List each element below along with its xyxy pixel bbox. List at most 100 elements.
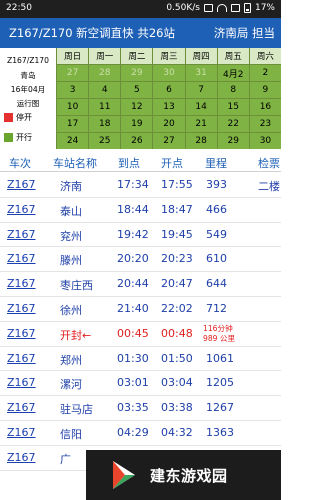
arrive-time: 04:29: [117, 425, 149, 439]
depart-time: 18:47: [161, 202, 193, 216]
calendar-day[interactable]: 8: [217, 82, 249, 98]
calendar-day[interactable]: 27: [57, 65, 89, 81]
arrive-time: 19:42: [117, 227, 149, 241]
calendar-day[interactable]: 13: [153, 99, 185, 115]
table-row-current[interactable]: Z167 开封← 00:45 00:48 116分钟 989 公里: [0, 322, 281, 347]
header-station[interactable]: 车站名称: [53, 155, 97, 171]
calendar-day[interactable]: 24: [57, 133, 89, 149]
calendar-day[interactable]: 23: [249, 116, 281, 132]
calendar-day[interactable]: 16: [249, 99, 281, 115]
calendar-day[interactable]: 11: [89, 99, 121, 115]
header-depart[interactable]: 开点: [161, 155, 183, 171]
calendar-day[interactable]: 18: [89, 116, 121, 132]
calendar-day[interactable]: 9: [249, 82, 281, 98]
calendar-day[interactable]: 2: [249, 65, 281, 81]
header-train[interactable]: 车次: [9, 155, 31, 171]
calendar-day[interactable]: 17: [57, 116, 89, 132]
schedule-header: 车次 车站名称 到点 开点 里程 检票: [0, 150, 281, 172]
calendar-day[interactable]: 30: [153, 65, 185, 81]
train-link[interactable]: Z167: [7, 302, 36, 315]
train-link[interactable]: Z167: [7, 426, 36, 439]
train-link[interactable]: Z167: [7, 277, 36, 290]
weekday-mon: 周一: [89, 48, 121, 64]
schedule-list: Z167 济南 17:34 17:55 393 二楼 Z167 泰山 18:44…: [0, 173, 281, 471]
train-link[interactable]: Z167: [7, 376, 36, 389]
train-link[interactable]: Z167: [7, 228, 36, 241]
calendar-day[interactable]: 29: [217, 133, 249, 149]
calendar-day[interactable]: 4月2: [217, 65, 249, 81]
calendar-day[interactable]: 20: [153, 116, 185, 132]
calendar-day[interactable]: 12: [121, 99, 153, 115]
calendar-info: Z167/Z170 青岛 16年04月 运行图 停开 开行: [0, 48, 56, 150]
calendar-day[interactable]: 28: [89, 65, 121, 81]
calendar-day[interactable]: 10: [57, 99, 89, 115]
train-title: Z167/Z170 新空调直快 共26站: [9, 26, 175, 40]
table-row[interactable]: Z167 徐州 21:40 22:02 712: [0, 297, 281, 322]
weekday-tue: 周二: [121, 48, 153, 64]
station-name: 漯河: [60, 378, 82, 392]
station-name: 济南: [60, 180, 82, 193]
calendar-day[interactable]: 19: [121, 116, 153, 132]
table-row[interactable]: Z167 泰山 18:44 18:47 466: [0, 198, 281, 223]
station-name: 开封←: [60, 328, 92, 342]
depart-time: 01:50: [161, 351, 193, 365]
table-row[interactable]: Z167 郑州 01:30 01:50 1061: [0, 347, 281, 372]
header-distance[interactable]: 里程: [205, 155, 227, 171]
calendar-day[interactable]: 25: [89, 133, 121, 149]
calendar-day[interactable]: 26: [121, 133, 153, 149]
station-name: 泰山: [60, 204, 82, 218]
distance: 393: [206, 178, 227, 191]
status-bar: 22:50 0.50K/s 17%: [0, 0, 281, 18]
calendar-day[interactable]: 30: [249, 133, 281, 149]
distance: 1205: [206, 376, 234, 390]
train-link[interactable]: Z167: [7, 401, 36, 414]
arrive-time: 17:34: [117, 178, 149, 191]
table-row[interactable]: Z167 滕州 20:20 20:23 610: [0, 247, 281, 273]
train-link[interactable]: Z167: [7, 178, 36, 191]
table-row[interactable]: Z167 兖州 19:42 19:45 549: [0, 223, 281, 248]
depart-time: 19:45: [161, 227, 193, 241]
calendar-day[interactable]: 15: [217, 99, 249, 115]
train-link[interactable]: Z167: [7, 451, 36, 464]
calendar-day[interactable]: 31: [185, 65, 217, 81]
calendar-day[interactable]: 28: [185, 133, 217, 149]
ad-overlay[interactable]: 建东游戏园: [86, 450, 281, 500]
train-link[interactable]: Z167: [7, 327, 36, 340]
table-row[interactable]: Z167 枣庄西 20:44 20:47 644: [0, 272, 281, 297]
calendar-day[interactable]: 21: [185, 116, 217, 132]
table-row[interactable]: Z167 信阳 04:29 04:32 1363: [0, 421, 281, 446]
distance: 466: [206, 202, 227, 216]
arrive-time: 03:01: [117, 376, 149, 390]
calendar-day[interactable]: 6: [153, 82, 185, 98]
arrive-time: 20:44: [117, 277, 149, 291]
calendar-day[interactable]: 4: [89, 82, 121, 98]
wifi-icon: [216, 4, 227, 12]
clock: 22:50: [6, 3, 32, 13]
calendar-day[interactable]: 27: [153, 133, 185, 149]
weekday-sat: 周六: [249, 48, 281, 64]
calendar-day[interactable]: 14: [185, 99, 217, 115]
table-row[interactable]: Z167 济南 17:34 17:55 393 二楼: [0, 173, 281, 198]
train-link[interactable]: Z167: [7, 352, 36, 365]
depart-time: 22:02: [161, 301, 193, 315]
station-name: 滕州: [60, 254, 82, 268]
table-row[interactable]: Z167 驻马店 03:35 03:38 1267: [0, 396, 281, 421]
calendar-day[interactable]: 5: [121, 82, 153, 98]
header-arrive[interactable]: 到点: [118, 155, 140, 171]
arrive-time: 01:30: [117, 351, 149, 365]
calendar-day[interactable]: 22: [217, 116, 249, 132]
distance: 1061: [206, 351, 234, 365]
table-row[interactable]: Z167 漯河 03:01 03:04 1205: [0, 371, 281, 397]
calendar-day[interactable]: 3: [57, 82, 89, 98]
info-month: 16年04月: [10, 85, 46, 94]
header-extra[interactable]: 检票: [258, 155, 280, 171]
distance: 610: [206, 252, 227, 266]
calendar-day[interactable]: 7: [185, 82, 217, 98]
train-link[interactable]: Z167: [7, 252, 36, 265]
bureau-label[interactable]: 济南局 担当: [214, 25, 275, 41]
train-link[interactable]: Z167: [7, 203, 36, 216]
calendar-day[interactable]: 29: [121, 65, 153, 81]
station-name: 郑州: [60, 353, 82, 367]
legend-open: 开行: [4, 132, 32, 143]
signal-icon: [230, 4, 240, 12]
